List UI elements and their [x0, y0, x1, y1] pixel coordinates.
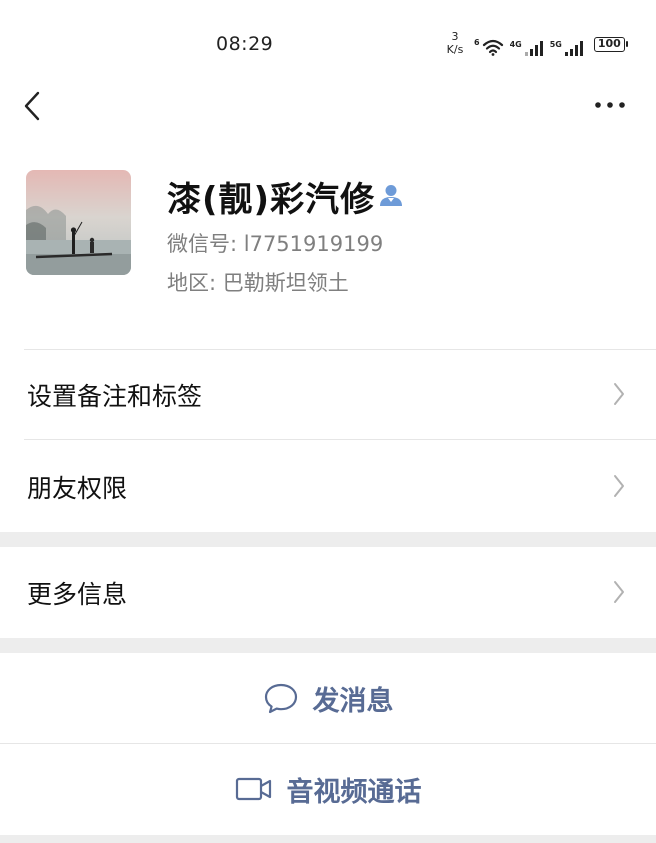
video-camera-icon — [235, 777, 271, 801]
more-options-button[interactable] — [588, 92, 632, 118]
nav-bar — [0, 80, 656, 130]
chevron-right-icon — [614, 383, 624, 405]
ellipsis-icon — [595, 102, 625, 108]
friend-permissions-cell[interactable]: 朋友权限 — [0, 440, 656, 532]
more-info-group: 更多信息 — [0, 547, 656, 638]
contact-name: 漆(靓)彩汽修 — [167, 180, 376, 220]
actions-group: 发消息 音视频通话 — [0, 653, 656, 835]
network-speed-value: 3 — [451, 30, 459, 43]
remark-tags-label: 设置备注和标签 — [27, 382, 203, 411]
more-info-label: 更多信息 — [27, 580, 128, 609]
video-call-button[interactable]: 音视频通话 — [0, 744, 656, 834]
avatar-image — [26, 170, 131, 275]
chevron-right-icon — [614, 581, 624, 603]
send-message-label: 发消息 — [312, 685, 394, 717]
send-message-button[interactable]: 发消息 — [0, 653, 656, 743]
sim2-signal: 5G — [550, 40, 584, 56]
friend-permissions-label: 朋友权限 — [27, 474, 128, 503]
region: 地区: 巴勒斯坦领土 — [167, 271, 349, 295]
wechat-id: 微信号: l7751919199 — [167, 232, 384, 256]
signal-bars-icon — [524, 41, 543, 56]
status-time: 08:29 — [216, 33, 274, 55]
contact-profile-page: 08:29 3 K/s 6 4G 5G 100 漆(靓)彩汽修 微信号: l77… — [0, 0, 656, 843]
avatar[interactable] — [26, 170, 131, 275]
profile-header: 漆(靓)彩汽修 微信号: l7751919199 地区: 巴勒斯坦领土 — [0, 130, 656, 349]
person-icon — [378, 182, 404, 208]
chevron-left-icon — [24, 91, 40, 121]
sim2-label: 5G — [549, 40, 562, 49]
chevron-right-icon — [614, 475, 624, 497]
wifi-icon — [482, 39, 503, 56]
remark-tags-cell[interactable]: 设置备注和标签 — [0, 349, 656, 439]
status-icons: 6 4G 5G 100 — [474, 32, 628, 56]
signal-bars-icon — [564, 41, 583, 56]
network-speed-unit: K/s — [446, 43, 464, 56]
video-call-label: 音视频通话 — [286, 776, 422, 808]
sim1-signal: 4G — [510, 40, 544, 56]
wifi-badge: 6 — [474, 38, 480, 47]
chat-bubble-icon — [264, 683, 297, 714]
battery-indicator: 100 — [593, 36, 628, 52]
sim1-label: 4G — [509, 40, 522, 49]
wifi-indicator: 6 — [474, 38, 504, 56]
status-bar: 08:29 3 K/s 6 4G 5G 100 — [0, 0, 656, 80]
network-speed: 3 K/s — [443, 30, 467, 56]
settings-group: 设置备注和标签 朋友权限 — [0, 349, 656, 532]
back-button[interactable] — [16, 86, 50, 126]
more-info-cell[interactable]: 更多信息 — [0, 547, 656, 638]
